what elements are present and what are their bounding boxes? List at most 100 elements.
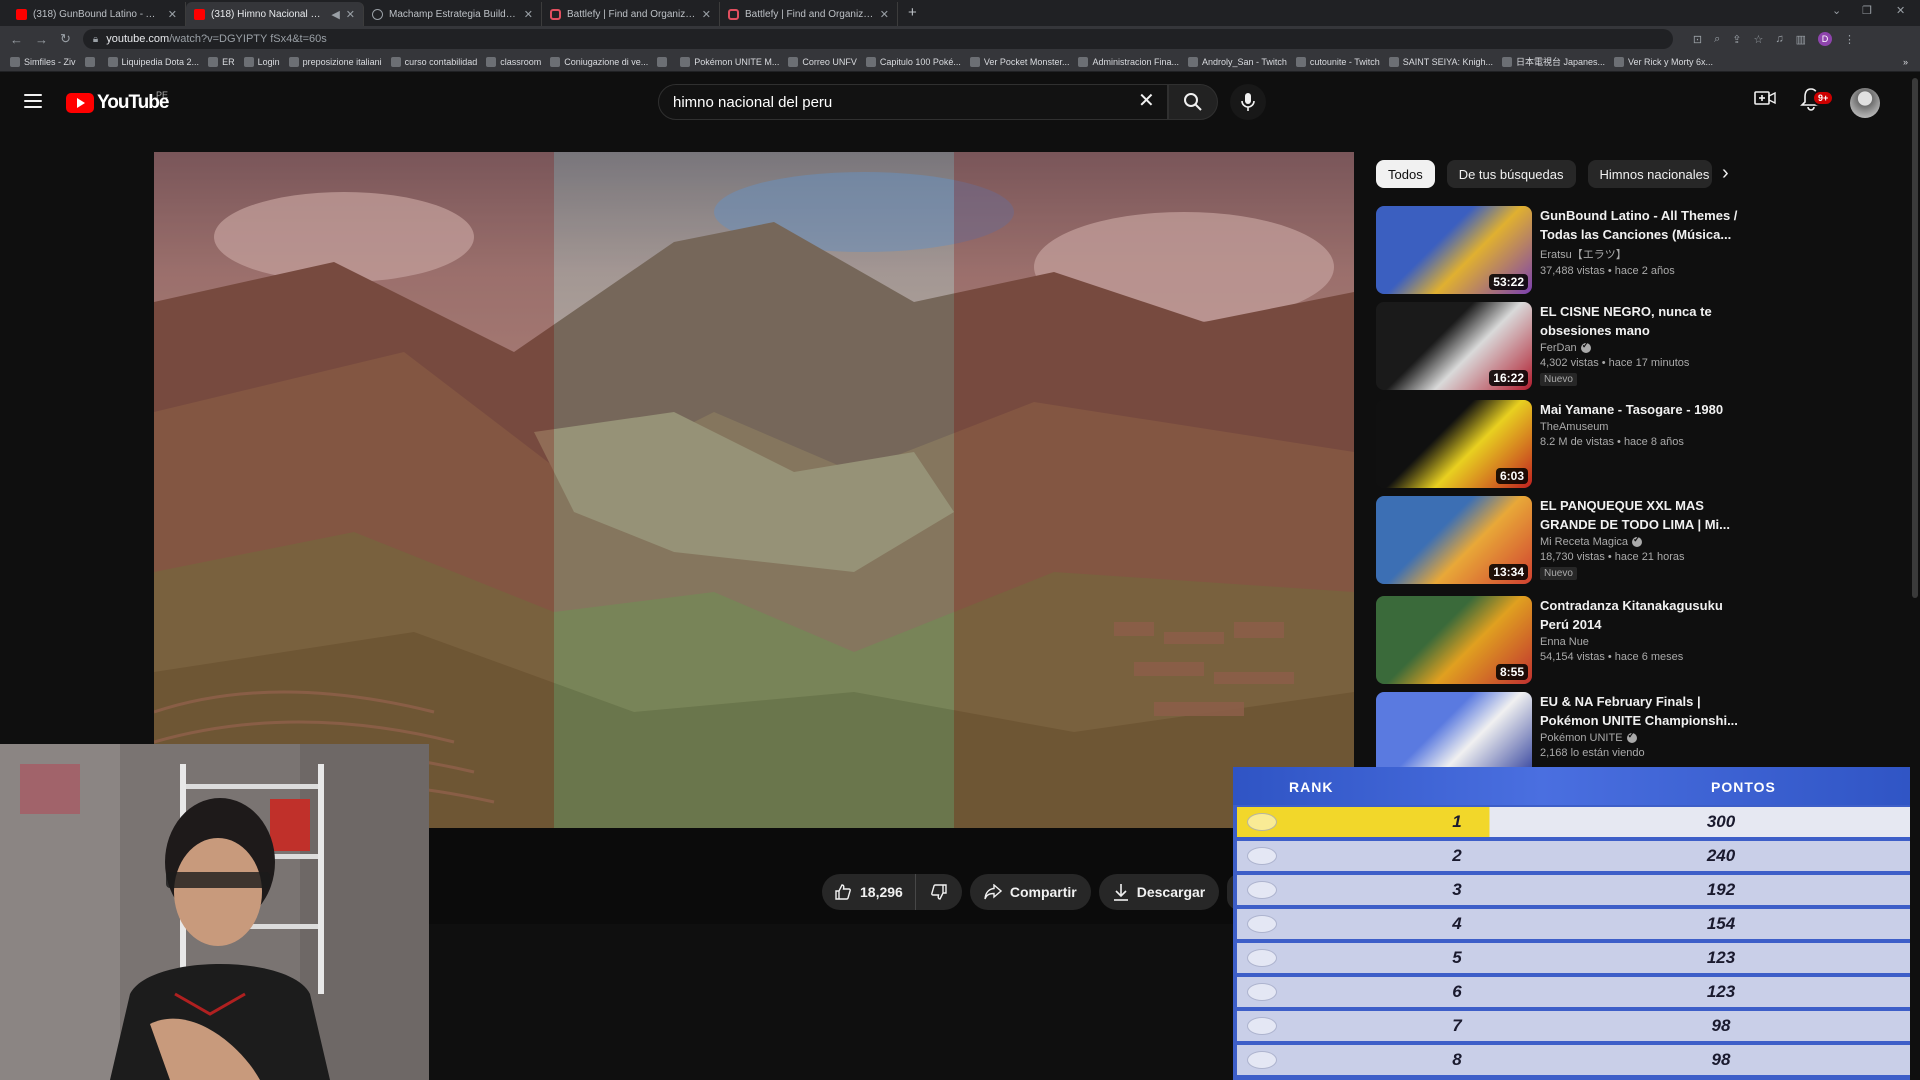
install-app-icon[interactable]: ⊡ bbox=[1693, 33, 1702, 46]
kebab-menu-icon[interactable]: ⋮ bbox=[1844, 33, 1855, 46]
browser-tab-active[interactable]: (318) Himno Nacional del Pe ◀ ✕ bbox=[186, 2, 364, 26]
reload-icon[interactable]: ↻ bbox=[60, 31, 71, 47]
bookmark-item[interactable]: preposizione italiani bbox=[288, 56, 391, 67]
channel-name[interactable]: Pokémon UNITE bbox=[1540, 732, 1623, 744]
address-toolbar: ← → ↻ 🔒︎ youtube.com/watch?v=DGYIPTY fSx… bbox=[0, 26, 1920, 52]
chevron-right-icon[interactable]: › bbox=[1722, 162, 1729, 185]
recommendation-title[interactable]: EL PANQUEQUE XXL MAS GRANDE DE TODO LIMA… bbox=[1540, 496, 1742, 534]
bookmark-label: Ver Pocket Monster... bbox=[983, 56, 1070, 67]
page-scrollbar[interactable] bbox=[1910, 72, 1920, 1080]
bookmark-item[interactable]: SAINT SEIYA: Knigh... bbox=[1388, 56, 1502, 67]
dislike-button[interactable] bbox=[916, 874, 962, 910]
recommendation-title[interactable]: EU & NA February Finals | Pokémon UNITE … bbox=[1540, 692, 1742, 730]
like-count: 18,296 bbox=[860, 884, 903, 900]
chip-todos[interactable]: Todos bbox=[1376, 160, 1435, 188]
channel-name[interactable]: FerDan bbox=[1540, 342, 1577, 354]
forward-icon[interactable]: → bbox=[35, 32, 48, 47]
bookmark-item[interactable]: cutounite - Twitch bbox=[1295, 56, 1389, 67]
recommendation-title[interactable]: Contradanza Kitanakagusuku Perú 2014 bbox=[1540, 596, 1742, 634]
close-icon[interactable]: ✕ bbox=[168, 8, 177, 21]
new-tab-button[interactable]: + bbox=[898, 2, 927, 26]
browser-tab[interactable]: Machamp Estrategia Builds - Pok ✕ bbox=[364, 2, 542, 26]
bookmark-star-icon[interactable]: ☆ bbox=[1754, 33, 1764, 46]
restore-window-icon[interactable]: ❐ bbox=[1862, 4, 1872, 17]
scrollbar-thumb[interactable] bbox=[1912, 78, 1918, 598]
bookmark-label: Correo UNFV bbox=[802, 56, 857, 67]
rank-medal-icon bbox=[1247, 1017, 1277, 1035]
chip-de-tus-busquedas[interactable]: De tus búsquedas bbox=[1446, 160, 1576, 188]
bookmark-item[interactable]: Ver Pocket Monster... bbox=[969, 56, 1079, 67]
bookmark-item[interactable]: Simfiles - Ziv bbox=[10, 56, 85, 67]
recommendation-title[interactable]: EL CISNE NEGRO, nunca te obsesiones mano bbox=[1540, 302, 1742, 340]
bookmark-item[interactable]: curso contabilidad bbox=[390, 56, 487, 67]
profile-avatar[interactable]: D bbox=[1818, 32, 1833, 46]
bookmark-item[interactable]: ER bbox=[208, 56, 244, 67]
browser-tab[interactable]: (318) GunBound Latino - All Then ✕ bbox=[8, 2, 186, 26]
create-video-button[interactable] bbox=[1754, 87, 1776, 114]
bookmark-item[interactable]: Correo UNFV bbox=[788, 56, 866, 67]
close-icon[interactable]: ✕ bbox=[346, 8, 355, 21]
speaker-icon[interactable]: ◀ bbox=[331, 8, 339, 21]
scoreboard-row: 5 123 bbox=[1237, 943, 1920, 973]
close-icon[interactable]: ✕ bbox=[702, 8, 711, 21]
channel-name[interactable]: Eratsu【エラツ】 bbox=[1540, 246, 1627, 262]
youtube-logo[interactable]: YouTube bbox=[66, 92, 169, 114]
bookmark-favicon-icon bbox=[969, 56, 980, 67]
close-window-icon[interactable]: ✕ bbox=[1896, 4, 1905, 17]
media-control-icon[interactable]: ♫ bbox=[1775, 33, 1783, 45]
bookmark-item[interactable] bbox=[657, 56, 680, 67]
clear-search-icon[interactable]: ✕ bbox=[1138, 91, 1155, 111]
video-player[interactable] bbox=[154, 152, 1354, 828]
recommendation-item[interactable]: 16:22 EL CISNE NEGRO, nunca te obsesiones… bbox=[1376, 302, 1742, 400]
bookmark-item[interactable]: Administracion Fina... bbox=[1078, 56, 1188, 67]
download-button[interactable]: Descargar bbox=[1098, 874, 1220, 910]
hamburger-menu-icon[interactable] bbox=[24, 94, 42, 108]
bookmark-item[interactable]: Login bbox=[243, 56, 289, 67]
share-page-icon[interactable]: ⇪ bbox=[1732, 33, 1741, 46]
bookmark-label: Liquipedia Dota 2... bbox=[121, 56, 200, 67]
close-icon[interactable]: ✕ bbox=[524, 8, 533, 21]
channel-name[interactable]: TheAmuseum bbox=[1540, 421, 1608, 433]
scoreboard-header: RANK PONTOS bbox=[1233, 767, 1920, 805]
bookmark-item[interactable]: classroom bbox=[486, 56, 550, 67]
bookmark-item[interactable]: 日本電視台 Japanes... bbox=[1501, 55, 1614, 68]
tab-search-icon[interactable]: ⌄ bbox=[1832, 4, 1841, 17]
like-button[interactable]: 18,296 bbox=[822, 874, 916, 910]
recommendation-title[interactable]: GunBound Latino - All Themes / Todas las… bbox=[1540, 206, 1742, 244]
video-thumbnail[interactable]: 8:55 bbox=[1376, 596, 1532, 684]
browser-tab[interactable]: Battlefy | Find and Organize Esp ✕ bbox=[720, 2, 898, 26]
video-thumbnail[interactable]: 13:34 bbox=[1376, 496, 1532, 584]
recommendation-item[interactable]: 53:22 GunBound Latino - All Themes / Toda… bbox=[1376, 206, 1742, 302]
video-thumbnail[interactable]: 53:22 bbox=[1376, 206, 1532, 294]
youtube-icon bbox=[16, 8, 27, 20]
recommendation-item[interactable]: 6:03 Mai Yamane - Tasogare - 1980 TheAmuse… bbox=[1376, 400, 1742, 496]
video-thumbnail[interactable]: 6:03 bbox=[1376, 400, 1532, 488]
bookmark-item[interactable]: Capitulo 100 Poké... bbox=[865, 56, 970, 67]
voice-search-button[interactable] bbox=[1230, 84, 1266, 120]
back-icon[interactable]: ← bbox=[10, 32, 23, 47]
bookmark-item[interactable]: Coniugazione di ve... bbox=[550, 56, 657, 67]
recommendation-title[interactable]: Mai Yamane - Tasogare - 1980 bbox=[1540, 400, 1742, 419]
video-thumbnail[interactable]: 16:22 bbox=[1376, 302, 1532, 390]
share-button[interactable]: Compartir bbox=[969, 874, 1091, 910]
channel-name[interactable]: Mi Receta Magica bbox=[1540, 536, 1628, 548]
side-panel-icon[interactable]: ▥ bbox=[1796, 33, 1806, 46]
bookmark-item[interactable]: Liquipedia Dota 2... bbox=[107, 56, 209, 67]
chip-himnos-nacionales[interactable]: Himnos nacionales bbox=[1587, 160, 1712, 188]
zoom-icon[interactable]: ⌕ bbox=[1714, 33, 1720, 46]
channel-name[interactable]: Enna Nue bbox=[1540, 636, 1589, 648]
search-button[interactable] bbox=[1168, 84, 1218, 120]
bookmark-item[interactable]: Pokémon UNITE M... bbox=[680, 56, 788, 67]
browser-tab[interactable]: Battlefy | Find and Organize Esp ✕ bbox=[542, 2, 720, 26]
search-input[interactable]: himno nacional del peru bbox=[658, 84, 1168, 120]
recommendation-item[interactable]: 13:34 EL PANQUEQUE XXL MAS GRANDE DE TODO… bbox=[1376, 496, 1742, 596]
close-icon[interactable]: ✕ bbox=[880, 8, 889, 21]
bookmark-favicon-icon bbox=[10, 56, 20, 67]
bookmark-item[interactable]: Androly_San - Twitch bbox=[1188, 56, 1296, 67]
url-bar[interactable]: 🔒︎ youtube.com/watch?v=DGYIPTY fSx4&t=60… bbox=[82, 29, 1673, 49]
more-bookmarks-icon[interactable]: » bbox=[1903, 57, 1920, 67]
bookmark-item[interactable] bbox=[84, 56, 108, 67]
bookmark-item[interactable]: Ver Rick y Morty 6x... bbox=[1614, 56, 1722, 67]
recommendation-item[interactable]: 8:55 Contradanza Kitanakagusuku Perú 2014… bbox=[1376, 596, 1742, 692]
account-avatar[interactable] bbox=[1850, 88, 1880, 118]
